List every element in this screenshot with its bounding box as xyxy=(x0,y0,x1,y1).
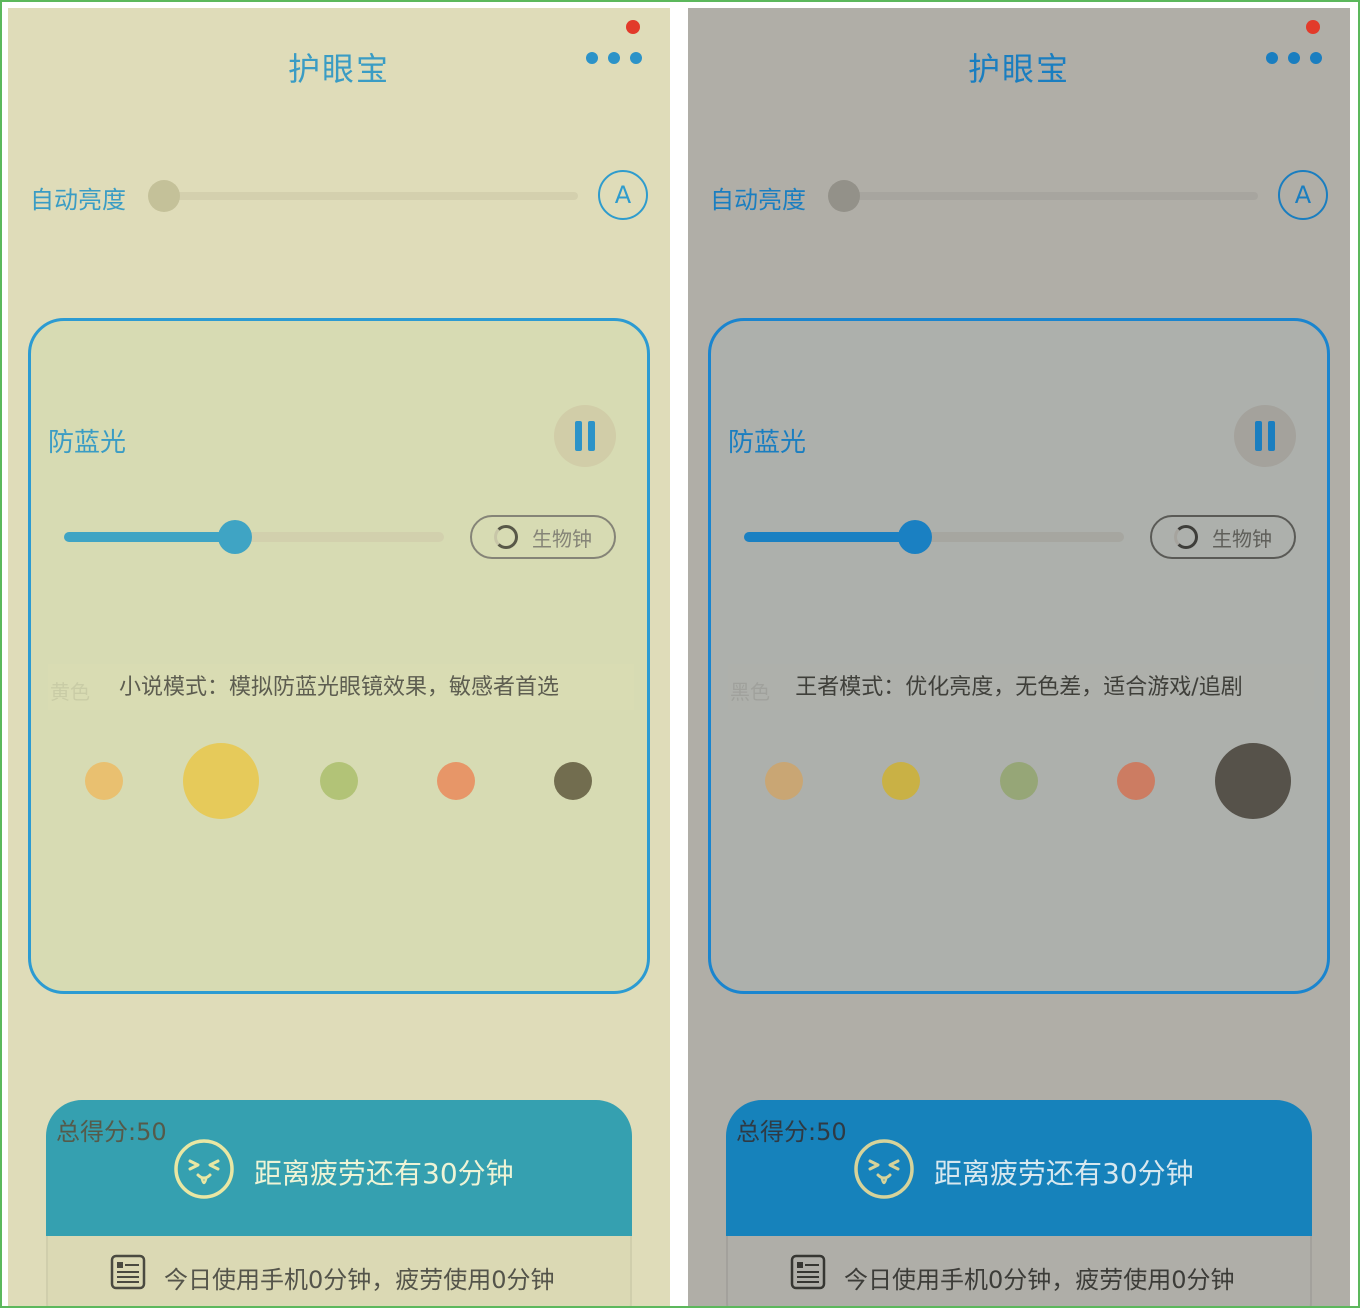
bioclock-button[interactable]: 生物钟 xyxy=(1150,515,1296,559)
usage-summary: 今日使用手机0分钟，疲劳使用0分钟 xyxy=(164,1266,555,1294)
bioclock-button[interactable]: 生物钟 xyxy=(470,515,616,559)
comparison-stage: 护眼宝 自动亮度 A 防蓝光 生物钟 黄色 小说模式：模拟防蓝光眼镜效果，敏感者… xyxy=(0,0,1360,1308)
loading-ring-icon xyxy=(1174,525,1198,549)
auto-brightness-label: 自动亮度 xyxy=(710,186,806,214)
eye-care-screen-yellow: 护眼宝 自动亮度 A 防蓝光 生物钟 黄色 小说模式：模拟防蓝光眼镜效果，敏感者… xyxy=(8,8,670,1308)
color-swatch[interactable] xyxy=(554,762,592,800)
mode-description: 小说模式：模拟防蓝光眼镜效果，敏感者首选 xyxy=(118,675,559,700)
tired-face-icon xyxy=(854,1139,914,1199)
blue-light-filter-label: 防蓝光 xyxy=(728,428,807,458)
color-swatch[interactable] xyxy=(437,762,475,800)
usage-list-icon xyxy=(790,1254,826,1290)
tired-face-icon xyxy=(174,1139,234,1199)
color-swatch[interactable] xyxy=(1117,762,1155,800)
color-swatch[interactable] xyxy=(320,762,358,800)
blue-light-filter-label: 防蓝光 xyxy=(48,428,127,458)
usage-summary: 今日使用手机0分钟，疲劳使用0分钟 xyxy=(844,1266,1235,1294)
brightness-slider-knob[interactable] xyxy=(828,180,860,212)
more-dots-icon[interactable] xyxy=(586,48,642,68)
fatigue-countdown: 距离疲劳还有30分钟 xyxy=(934,1157,1194,1190)
pause-icon[interactable] xyxy=(1234,405,1296,467)
brightness-slider-track[interactable] xyxy=(154,192,578,200)
loading-ring-icon xyxy=(494,525,518,549)
filter-intensity-fill xyxy=(744,532,915,542)
pause-icon[interactable] xyxy=(554,405,616,467)
bioclock-label: 生物钟 xyxy=(532,526,592,551)
eye-care-screen-gray: 护眼宝 自动亮度 A 防蓝光 生物钟 黑色 王者模式：优化亮度，无色差，适合游戏… xyxy=(688,8,1350,1308)
total-score: 总得分:50 xyxy=(736,1118,847,1146)
filter-intensity-knob[interactable] xyxy=(218,520,252,554)
filter-intensity-knob[interactable] xyxy=(898,520,932,554)
notification-dot xyxy=(1306,20,1320,34)
color-swatch[interactable] xyxy=(1000,762,1038,800)
blue-light-filter-card xyxy=(28,318,650,994)
brightness-slider-track[interactable] xyxy=(834,192,1258,200)
color-swatch[interactable] xyxy=(85,762,123,800)
color-swatch[interactable] xyxy=(1215,743,1291,819)
color-swatch[interactable] xyxy=(765,762,803,800)
app-title: 护眼宝 xyxy=(967,50,1070,88)
more-dots-icon[interactable] xyxy=(1266,48,1322,68)
usage-list-icon xyxy=(110,1254,146,1290)
app-title: 护眼宝 xyxy=(287,50,390,88)
auto-brightness-button[interactable]: A xyxy=(1278,170,1328,220)
color-swatch[interactable] xyxy=(882,762,920,800)
notification-dot xyxy=(626,20,640,34)
filter-intensity-fill xyxy=(64,532,235,542)
total-score: 总得分:50 xyxy=(56,1118,167,1146)
brightness-slider-knob[interactable] xyxy=(148,180,180,212)
fatigue-countdown: 距离疲劳还有30分钟 xyxy=(254,1157,514,1190)
color-swatch[interactable] xyxy=(183,743,259,819)
mode-description: 王者模式：优化亮度，无色差，适合游戏/追剧 xyxy=(795,675,1243,700)
auto-brightness-button[interactable]: A xyxy=(598,170,648,220)
bioclock-label: 生物钟 xyxy=(1212,526,1272,551)
blue-light-filter-card xyxy=(708,318,1330,994)
auto-brightness-label: 自动亮度 xyxy=(30,186,126,214)
